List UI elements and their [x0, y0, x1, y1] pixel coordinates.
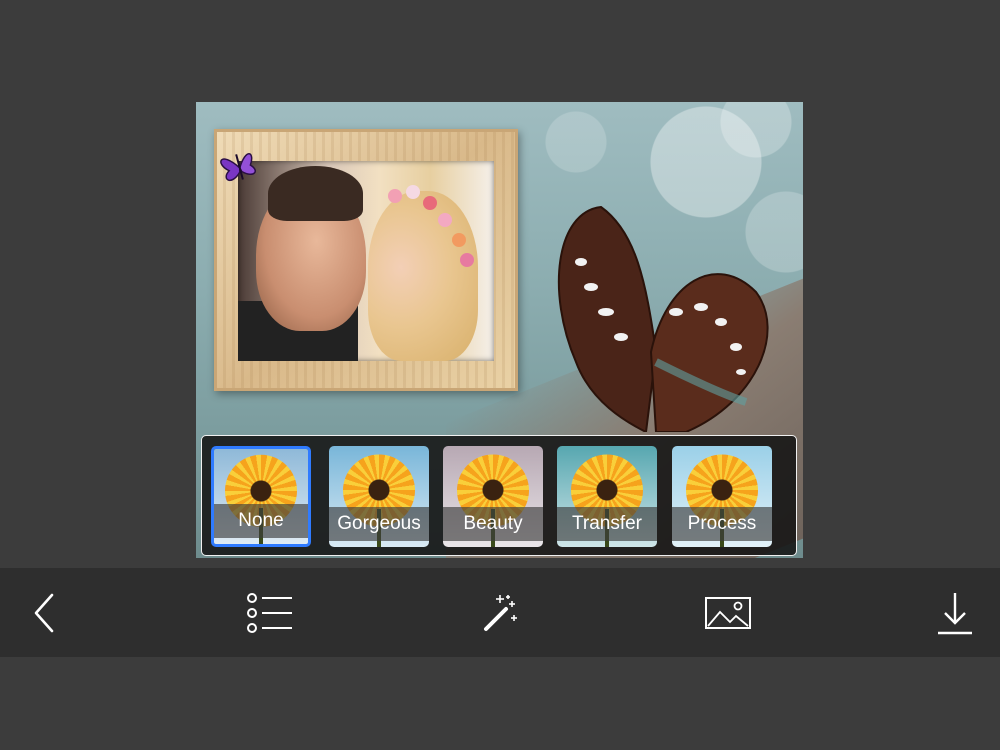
flower-crown — [460, 253, 474, 267]
filter-none[interactable]: None — [211, 446, 311, 547]
filter-label: Gorgeous — [329, 507, 429, 541]
filter-gorgeous[interactable]: Gorgeous — [329, 446, 429, 547]
flower-crown — [423, 196, 437, 210]
back-button[interactable] — [10, 568, 80, 657]
image-button[interactable] — [693, 568, 763, 657]
filter-label: Process — [672, 507, 772, 541]
brown-butterfly — [557, 205, 769, 432]
flower-crown — [452, 233, 466, 247]
woman-face — [368, 191, 478, 361]
filter-beauty[interactable]: Beauty — [443, 446, 543, 547]
filter-label: Beauty — [443, 507, 543, 541]
filter-label: Transfer — [557, 507, 657, 541]
image-icon — [705, 596, 751, 629]
flower-crown — [406, 185, 420, 199]
download-button[interactable] — [920, 568, 990, 657]
man-hair — [268, 166, 363, 221]
flower-crown — [438, 213, 452, 227]
list-button[interactable] — [235, 568, 305, 657]
bottom-toolbar — [0, 568, 1000, 657]
effects-button[interactable] — [465, 568, 535, 657]
flower-crown — [388, 189, 402, 203]
filter-transfer[interactable]: Transfer — [557, 446, 657, 547]
filter-process[interactable]: Process — [672, 446, 772, 547]
download-icon — [938, 592, 972, 634]
chevron-left-icon — [34, 593, 54, 632]
list-icon — [247, 592, 292, 633]
filter-label: None — [214, 504, 308, 538]
magic-wand-icon — [484, 594, 517, 631]
couple-photo — [238, 161, 494, 361]
filter-strip: None Gorgeous Beauty Transfer Process — [201, 435, 797, 556]
